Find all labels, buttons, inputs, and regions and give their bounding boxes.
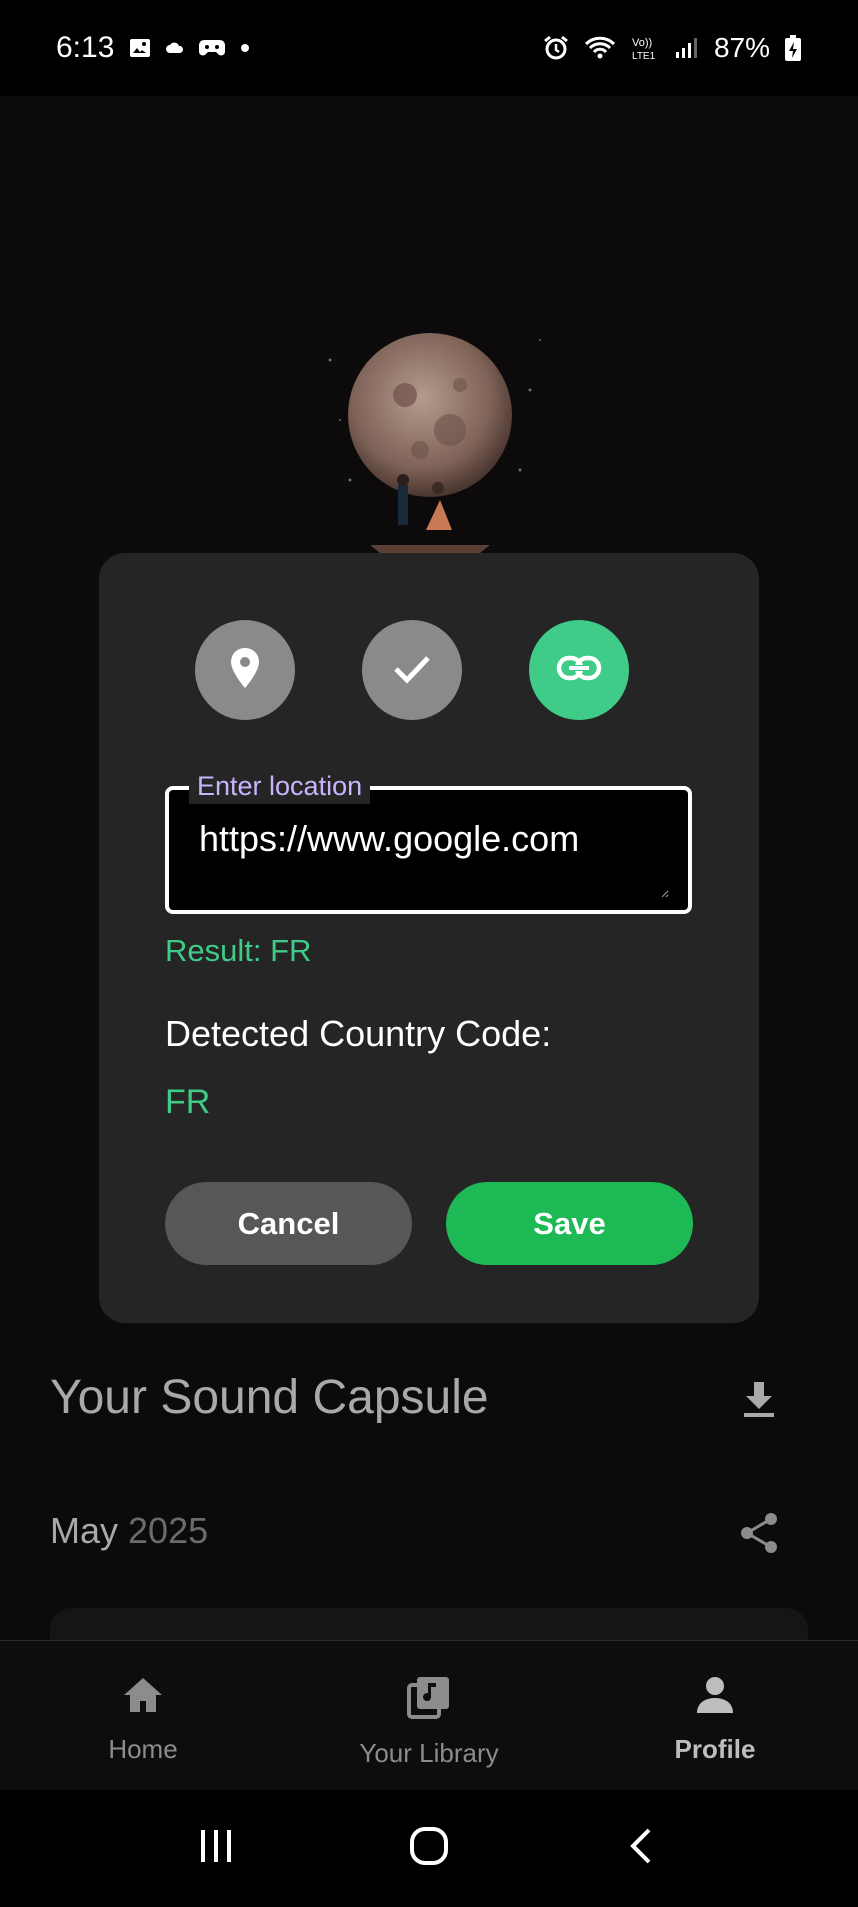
location-dialog: Enter location Result: FR Detected Count… [99,553,759,1323]
download-icon[interactable] [738,1378,780,1420]
check-icon [392,652,432,689]
save-button[interactable]: Save [446,1182,693,1265]
signal-icon [674,36,700,60]
location-field-label: Enter location [189,768,371,804]
nav-label-library: Your Library [359,1738,499,1768]
recent-apps-button[interactable] [186,1819,246,1879]
sound-capsule-title: Your Sound Capsule [50,1371,489,1424]
location-pin-icon [228,646,262,695]
back-chevron-icon [627,1826,657,1871]
dot-icon [240,43,250,53]
location-input[interactable] [199,818,669,898]
home-circle-icon [409,1826,449,1871]
mode-selector [195,620,629,720]
check-mode-button[interactable] [362,620,462,720]
cloud-icon [166,41,184,55]
nav-item-profile[interactable]: Profile [572,1641,858,1790]
status-left: 6:13 [56,31,250,65]
detected-country-code: FR [165,1083,211,1121]
svg-text:Vo)): Vo)) [632,37,652,49]
link-mode-button[interactable] [529,620,629,720]
battery-charging-icon [784,34,802,62]
hero-moon-image [300,300,560,560]
nav-item-home[interactable]: Home [0,1641,286,1790]
status-right: Vo)) LTE1 87% [542,32,802,64]
cancel-button[interactable]: Cancel [165,1182,412,1265]
link-icon [556,655,602,686]
nav-label-home: Home [108,1734,178,1764]
back-button[interactable] [612,1819,672,1879]
nav-item-library[interactable]: Your Library [286,1641,572,1790]
month-row: May 2025 [50,1510,208,1552]
location-mode-button[interactable] [195,620,295,720]
status-bar: 6:13 Vo)) LTE1 87% [0,0,858,96]
gallery-icon [128,36,152,60]
svg-text:LTE1: LTE1 [632,51,656,62]
location-field: Enter location [165,768,692,914]
share-icon[interactable] [736,1510,782,1556]
system-nav-bar [0,1790,858,1907]
profile-icon [695,1675,735,1720]
battery-percent: 87% [713,32,770,63]
home-system-button[interactable] [399,1819,459,1879]
detected-country-label: Detected Country Code: [165,1013,552,1054]
library-icon [407,1675,451,1724]
month-name: May [50,1510,119,1551]
recent-apps-icon [198,1828,234,1869]
nav-label-profile: Profile [674,1734,756,1764]
volte-icon: Vo)) LTE1 [630,34,660,62]
result-text: Result: FR [165,933,312,968]
month-year: 2025 [128,1510,209,1551]
alarm-icon [542,34,570,62]
status-time: 6:13 [56,31,115,64]
wifi-icon [584,35,616,61]
home-icon [121,1675,165,1720]
bottom-nav: Home Your Library Profile [0,1640,858,1790]
game-controller-icon [198,36,226,60]
